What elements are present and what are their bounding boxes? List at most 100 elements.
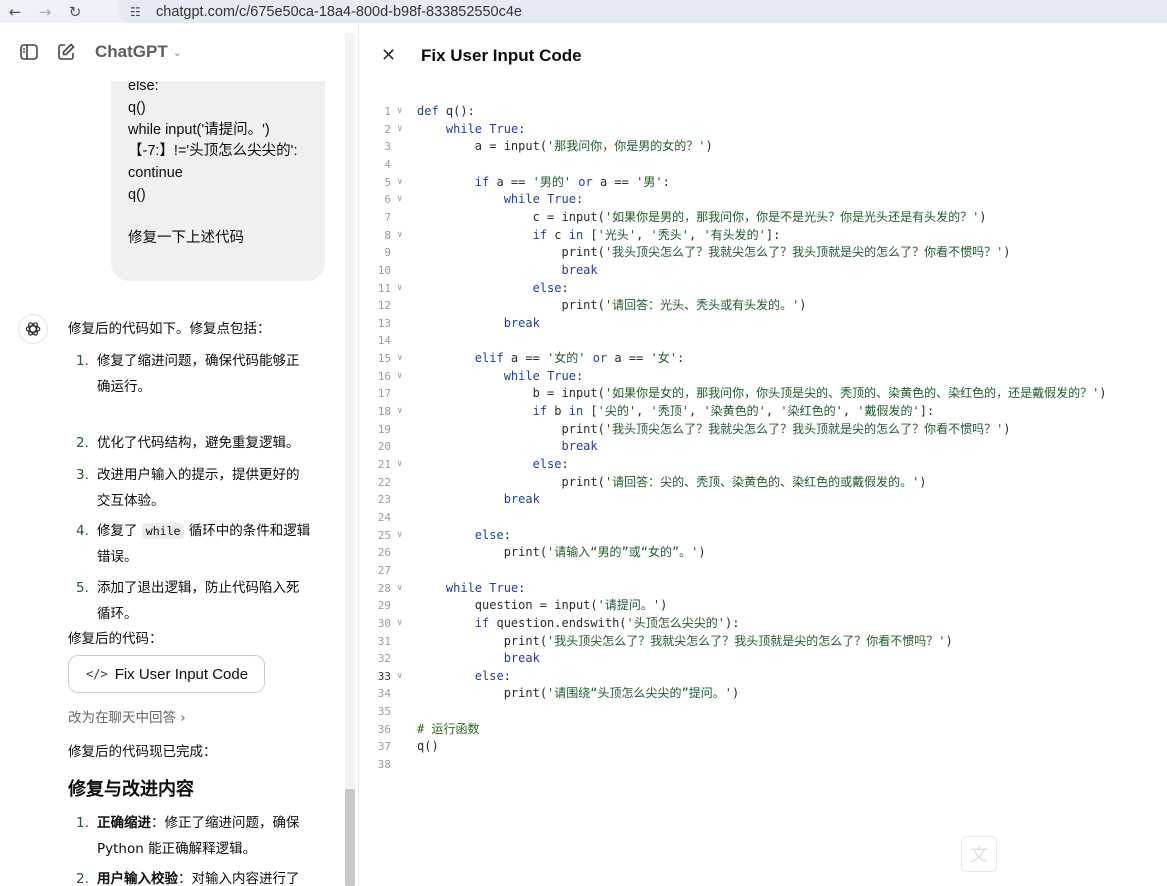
code-line[interactable]: 2 ∨ while True: [359,121,1167,139]
line-number: 12 [377,299,391,313]
code-text: break [503,315,540,330]
code-line[interactable]: 16 ∨ while True: [359,368,1167,386]
fold-chevron-icon[interactable]: ∨ [397,527,402,545]
line-number: 9 [384,246,391,260]
fold-chevron-icon[interactable]: ∨ [397,456,402,474]
code-line[interactable]: 18 ∨ if b in ['尖的', '秃顶', '染黄色的', '染红色的',… [359,403,1167,421]
fold-chevron-icon[interactable]: ∨ [397,103,402,121]
code-line[interactable]: 34 print('请围绕“头顶怎么尖尖的”提问。') [359,685,1167,703]
fold-chevron-icon[interactable]: ∨ [397,403,402,421]
app-title[interactable]: ChatGPT [95,42,168,62]
code-line[interactable]: 12 print('请回答：光头、秃头或有头发的。') [359,297,1167,315]
code-text: if c in ['光头', '秃头', '有头发的']: [532,227,781,242]
line-number: 29 [377,599,391,613]
fold-chevron-icon[interactable]: ∨ [397,615,402,633]
line-number: 13 [377,316,391,330]
code-line[interactable]: 7 c = input('如果你是男的，那我问你，你是不是光头？你是光头还是有头… [359,209,1167,227]
fold-chevron-icon[interactable]: ∨ [397,350,402,368]
code-line[interactable]: 10 break [359,262,1167,280]
site-info-icon[interactable]: ☷ [130,5,148,19]
code-line[interactable]: 1 ∨ def q(): [359,103,1167,121]
code-line[interactable]: 26 print('请输入“男的”或“女的”。') [359,544,1167,562]
user-message-line: q() [128,187,146,203]
address-bar[interactable]: ☷ chatgpt.com/c/675e50ca-18a4-800d-b98f-… [118,0,1167,23]
code-text: break [503,651,540,666]
code-line[interactable]: 23 break [359,491,1167,509]
reload-icon[interactable]: ↻ [60,0,90,23]
line-number: 26 [377,546,391,560]
code-line[interactable]: 9 print('我头顶尖怎么了？我就尖怎么了？我头顶就是尖的怎么了？你看不惯吗… [359,244,1167,262]
code-line[interactable]: 19 print('我头顶尖怎么了？我就尖怎么了？我头顶就是尖的怎么了？你看不惯… [359,421,1167,439]
fold-chevron-icon[interactable]: ∨ [397,121,402,139]
line-number: 30 [377,616,391,630]
fold-chevron-icon[interactable]: ∨ [397,668,402,686]
code-line[interactable]: 20 break [359,438,1167,456]
line-number: 32 [377,652,391,666]
list-item-text: 正确缩进：修正了缩进问题，确保 Python 能正确解释逻辑。 [97,815,300,857]
fold-chevron-icon[interactable]: ∨ [397,280,402,298]
code-line[interactable]: 33 ∨ else: [359,668,1167,686]
code-line[interactable]: 21 ∨ else: [359,456,1167,474]
code-line[interactable]: 4 [359,156,1167,174]
code-text: c = input('如果你是男的，那我问你，你是不是光头？你是光头还是有头发的… [417,209,987,224]
line-number: 31 [377,634,391,648]
answer-in-chat-link[interactable]: 改为在聊天中回答 › [68,706,186,726]
code-line[interactable]: 28 ∨ while True: [359,580,1167,598]
code-text: a = input('那我问你，你是男的女的？') [417,139,713,154]
code-line[interactable]: 24 [359,509,1167,527]
fold-chevron-icon[interactable]: ∨ [397,368,402,386]
new-chat-icon[interactable] [55,41,77,63]
code-line[interactable]: 5 ∨ if a == '男的' or a == '男': [359,174,1167,192]
fold-chevron-icon[interactable]: ∨ [397,227,402,245]
code-line[interactable]: 17 b = input('如果你是女的，那我问你，你头顶是尖的、秃顶的、染黄色… [359,385,1167,403]
list-item-text: 修复了 while 循环中的条件和逻辑 错误。 [97,523,311,565]
line-number: 1 [384,105,391,118]
fold-chevron-icon[interactable]: ∨ [397,174,402,192]
code-line[interactable]: 3 a = input('那我问你，你是男的女的？') [359,138,1167,156]
code-line[interactable]: 29 question = input('请提问。') [359,597,1167,615]
code-text: print('我头顶尖怎么了？我就尖怎么了？我头顶就是尖的怎么了？你看不惯吗？'… [417,245,1011,260]
line-number: 21 [377,458,391,471]
code-line[interactable]: 36 # 运行函数 [359,721,1167,739]
close-icon[interactable]: ✕ [381,45,396,66]
back-icon[interactable]: ← [0,0,30,23]
sidebar-toggle-icon[interactable] [18,41,40,63]
chat-header: ChatGPT ⌄ [0,23,345,81]
code-line[interactable]: 31 print('我头顶尖怎么了？我就尖怎么了？我头顶就是尖的怎么了？你看不惯… [359,633,1167,651]
fold-chevron-icon[interactable]: ∨ [397,191,402,209]
code-text: # 运行函数 [417,721,480,736]
code-line[interactable]: 38 [359,756,1167,774]
list-item-text: 用户输入校验：对输入内容进行了 [97,871,300,886]
code-line[interactable]: 37 q() [359,738,1167,756]
open-canvas-button[interactable]: </> Fix User Input Code [68,655,265,693]
assistant-intro: 修复后的代码如下。修复点包括： [68,317,330,337]
fold-chevron-icon[interactable]: ∨ [397,580,402,598]
code-line[interactable]: 14 [359,332,1167,350]
chatgpt-logo-icon [18,314,48,344]
list-item-text: 优化了代码结构，避免重复逻辑。 [97,435,300,451]
code-text: break [503,492,540,507]
code-line[interactable]: 22 print('请回答：尖的、秃顶、染黄色的、染红色的或戴假发的。') [359,474,1167,492]
code-text: while True: [503,368,584,383]
code-line[interactable]: 35 [359,703,1167,721]
forward-icon[interactable]: → [30,0,60,23]
line-number: 24 [377,510,391,524]
chevron-down-icon[interactable]: ⌄ [173,46,182,59]
line-number: 5 [384,175,391,189]
code-line[interactable]: 32 break [359,650,1167,668]
chat-scrollbar-thumb[interactable] [345,789,355,886]
line-number: 28 [377,581,391,595]
list-number: 3. [76,467,89,483]
chat-scrollbar-track[interactable] [345,33,355,886]
intro-text: 修复后的代码如下。修复点包括： [68,321,271,337]
code-line[interactable]: 15 ∨ elif a == '女的' or a == '女': [359,350,1167,368]
translate-icon[interactable]: 文 [961,836,997,872]
code-line[interactable]: 6 ∨ while True: [359,191,1167,209]
code-line[interactable]: 8 ∨ if c in ['光头', '秃头', '有头发的']: [359,227,1167,245]
line-number: 35 [377,705,391,719]
code-line[interactable]: 27 [359,562,1167,580]
code-line[interactable]: 11 ∨ else: [359,280,1167,298]
code-line[interactable]: 25 ∨ else: [359,527,1167,545]
code-line[interactable]: 13 break [359,315,1167,333]
code-line[interactable]: 30 ∨ if question.endswith('头顶怎么尖尖的'): [359,615,1167,633]
